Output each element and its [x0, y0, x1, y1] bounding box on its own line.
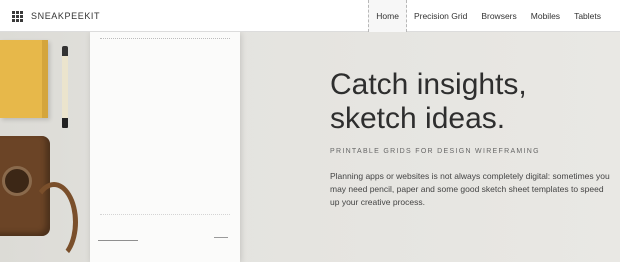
hero-headline-line-2: sketch ideas.	[330, 102, 506, 135]
sheet-top-line	[100, 38, 230, 39]
pencil-image	[62, 46, 68, 128]
sheet-footer-mark	[214, 237, 228, 241]
camera-strap-image	[30, 182, 78, 262]
hero-section: Catch insights, sketch ideas. PRINTABLE …	[0, 32, 620, 262]
hero-headline: Catch insights, sketch ideas.	[330, 68, 527, 136]
nav-item-home[interactable]: Home	[368, 0, 407, 32]
grid-icon	[12, 10, 23, 22]
hero-headline-line-1: Catch insights,	[330, 68, 527, 101]
hero-description: Planning apps or websites is not always …	[330, 171, 610, 207]
yellow-notebook-image	[0, 40, 48, 118]
nav-item-precision-grid[interactable]: Precision Grid	[407, 0, 474, 32]
brand-logo[interactable]: SNEAKPEEKIT	[12, 0, 100, 32]
top-navbar: SNEAKPEEKIT Home Precision Grid Browsers…	[0, 0, 620, 32]
hero-subtitle: PRINTABLE GRIDS FOR DESIGN WIREFRAMING	[330, 148, 540, 155]
sketch-sheet-image	[90, 32, 240, 262]
main-nav: Home Precision Grid Browsers Mobiles Tab…	[368, 0, 608, 32]
camera-lens-shape	[2, 166, 32, 196]
sheet-grid-line	[100, 214, 230, 215]
nav-item-tablets[interactable]: Tablets	[567, 0, 608, 32]
nav-item-mobiles[interactable]: Mobiles	[524, 0, 567, 32]
brand-name: SNEAKPEEKIT	[31, 11, 101, 21]
sheet-footer-line	[98, 240, 138, 241]
nav-item-browsers[interactable]: Browsers	[474, 0, 523, 32]
